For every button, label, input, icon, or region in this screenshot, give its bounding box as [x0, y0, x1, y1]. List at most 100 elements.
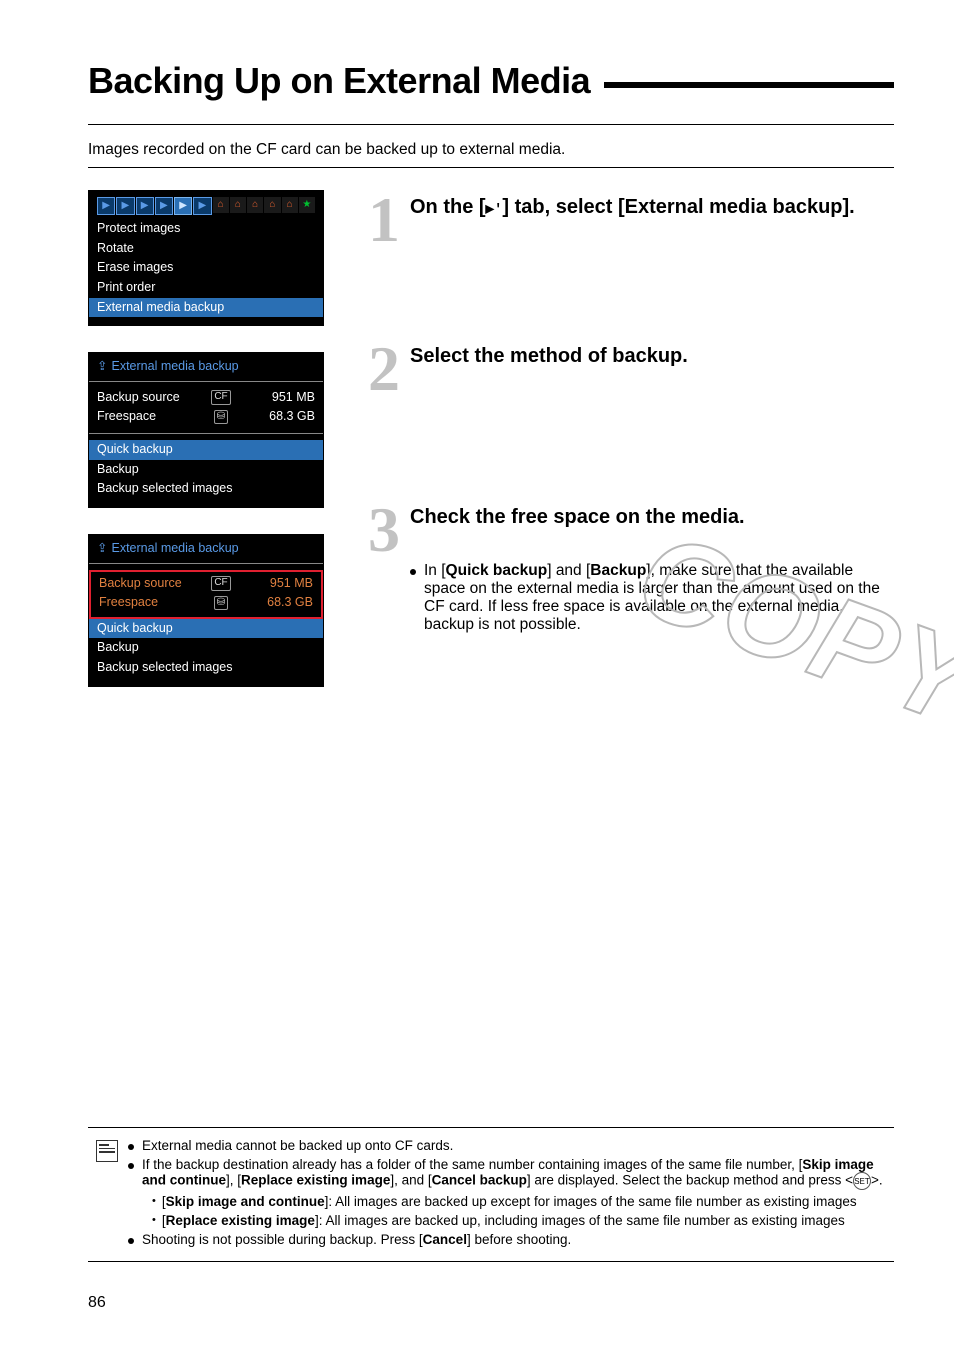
row-value: 951 MB [253, 576, 313, 592]
text: If the backup destination already has a … [142, 1157, 802, 1172]
menu-item: Protect images [97, 219, 315, 239]
tab-play-icon: ▶ [155, 197, 173, 215]
text: [Replace existing image]: All images are… [162, 1213, 845, 1228]
page-title: Backing Up on External Media [88, 60, 590, 102]
note-item: Shooting is not possible during backup. … [128, 1232, 884, 1247]
menu-item: Print order [97, 278, 315, 298]
camera-menu-screenshot-3: ⇪ External media backup Backup source CF… [88, 534, 324, 687]
text: In [ [424, 562, 446, 579]
text: External media cannot be backed up onto … [142, 1138, 453, 1153]
text: [Skip image and continue]: All images ar… [162, 1194, 857, 1209]
text-bold: Skip image and continue [166, 1194, 325, 1209]
tab-camera-icon: ⌂ [230, 197, 246, 213]
text: Shooting is not possible during backup. … [142, 1232, 423, 1247]
text: ]: All images are backed up except for i… [325, 1194, 857, 1209]
step-title: Check the free space on the media. [410, 504, 745, 531]
menu-item: Erase images [97, 258, 315, 278]
info-row: Freespace ⛁ 68.3 GB [97, 407, 315, 427]
note-subitem: [Replace existing image]: All images are… [152, 1213, 884, 1228]
page-number: 86 [88, 1294, 106, 1312]
screen-header-text: External media backup [111, 541, 238, 557]
row-value: 951 MB [255, 390, 315, 406]
camera-menu-screenshot-2: ⇪ External media backup Backup source CF… [88, 352, 324, 508]
tab-play-icon: ▶ [193, 197, 211, 215]
step-title: On the [▶'] tab, select [External media … [410, 194, 855, 221]
text: On the [ [410, 196, 486, 218]
tab-play-selected-icon: ▶ [174, 197, 192, 215]
external-media-icon: ⇪ [97, 541, 107, 557]
tab-play-icon: ▶ [116, 197, 134, 215]
text: ] tab, select [External media backup]. [502, 196, 854, 218]
tab-camera-icon: ⌂ [247, 197, 263, 213]
disk-icon: ⛁ [201, 596, 241, 611]
note-page-icon [96, 1140, 118, 1162]
menu-tab-strip: ▶ ▶ ▶ ▶ ▶ ▶ ⌂ ⌂ ⌂ ⌂ ⌂ ★ [97, 197, 315, 215]
play-tab-glyph: ▶' [486, 202, 503, 218]
option-item: Backup selected images [97, 658, 315, 678]
tab-camera-icon: ⌂ [213, 197, 229, 213]
row-label: Backup source [97, 390, 187, 406]
row-label: Freespace [97, 409, 187, 425]
menu-item: Rotate [97, 239, 315, 259]
option-highlighted: Quick backup [89, 619, 323, 639]
row-label: Freespace [99, 595, 189, 611]
text: ], [ [226, 1173, 241, 1188]
step-2: 2 Select the method of backup. [354, 343, 894, 394]
step-body-text: In [Quick backup] and [Backup], make sur… [424, 562, 894, 634]
text: ] and [ [547, 562, 590, 579]
row-label: Backup source [99, 576, 189, 592]
note-subitem: [Skip image and continue]: All images ar… [152, 1194, 884, 1209]
separator [89, 433, 323, 434]
intro-text: Images recorded on the CF card can be ba… [88, 141, 894, 159]
text-bold: Cancel backup [432, 1173, 527, 1188]
cf-card-icon: CF [201, 390, 241, 405]
step-number: 1 [354, 194, 400, 245]
hr-line [88, 124, 894, 125]
text: ] are displayed. Select the backup metho… [527, 1173, 853, 1188]
separator [89, 563, 323, 564]
notes-list: External media cannot be backed up onto … [128, 1138, 884, 1251]
set-button-icon: SET [853, 1172, 871, 1190]
camera-menu-screenshot-1: ▶ ▶ ▶ ▶ ▶ ▶ ⌂ ⌂ ⌂ ⌂ ⌂ ★ Protect images R… [88, 190, 324, 326]
text-bold: Cancel [423, 1232, 467, 1247]
text-bold: Quick backup [446, 562, 548, 579]
text: Shooting is not possible during backup. … [142, 1232, 571, 1247]
row-value: 68.3 GB [255, 409, 315, 425]
step-title: Select the method of backup. [410, 343, 688, 370]
text: >. [871, 1173, 883, 1188]
tab-star-icon: ★ [299, 197, 315, 213]
step-1: 1 On the [▶'] tab, select [External medi… [354, 194, 894, 245]
external-media-icon: ⇪ [97, 359, 107, 375]
highlighted-box: Backup source CF 951 MB Freespace ⛁ 68.3… [89, 570, 323, 619]
menu-item-highlighted: External media backup [89, 298, 323, 318]
disk-icon: ⛁ [201, 410, 241, 425]
text: ] before shooting. [467, 1232, 571, 1247]
option-item: Backup selected images [97, 479, 315, 499]
separator [89, 381, 323, 382]
tab-play-icon: ▶ [136, 197, 154, 215]
info-row: Backup source CF 951 MB [97, 388, 315, 408]
text-bold: Backup [590, 562, 646, 579]
text: If the backup destination already has a … [142, 1157, 884, 1190]
text: ]: All images are backed up, including i… [315, 1213, 845, 1228]
step-number: 2 [354, 343, 400, 394]
notes-box: External media cannot be backed up onto … [88, 1127, 894, 1262]
text: ], and [ [390, 1173, 431, 1188]
text-bold: Replace existing image [166, 1213, 315, 1228]
tab-camera-icon: ⌂ [282, 197, 298, 213]
text-bold: Replace existing image [241, 1173, 390, 1188]
info-row: Freespace ⛁ 68.3 GB [99, 593, 313, 613]
tab-camera-icon: ⌂ [264, 197, 280, 213]
title-row: Backing Up on External Media [88, 60, 894, 102]
note-item: If the backup destination already has a … [128, 1157, 884, 1190]
screen-header: ⇪ External media backup [97, 359, 315, 375]
bullet-icon [410, 569, 416, 575]
note-item: External media cannot be backed up onto … [128, 1138, 884, 1153]
step-number: 3 [354, 504, 400, 555]
screen-header: ⇪ External media backup [97, 541, 315, 557]
cf-card-icon: CF [201, 576, 241, 591]
tab-play-icon: ▶ [97, 197, 115, 215]
option-item: Backup [97, 638, 315, 658]
hr-line [88, 167, 894, 168]
option-highlighted: Quick backup [89, 440, 323, 460]
